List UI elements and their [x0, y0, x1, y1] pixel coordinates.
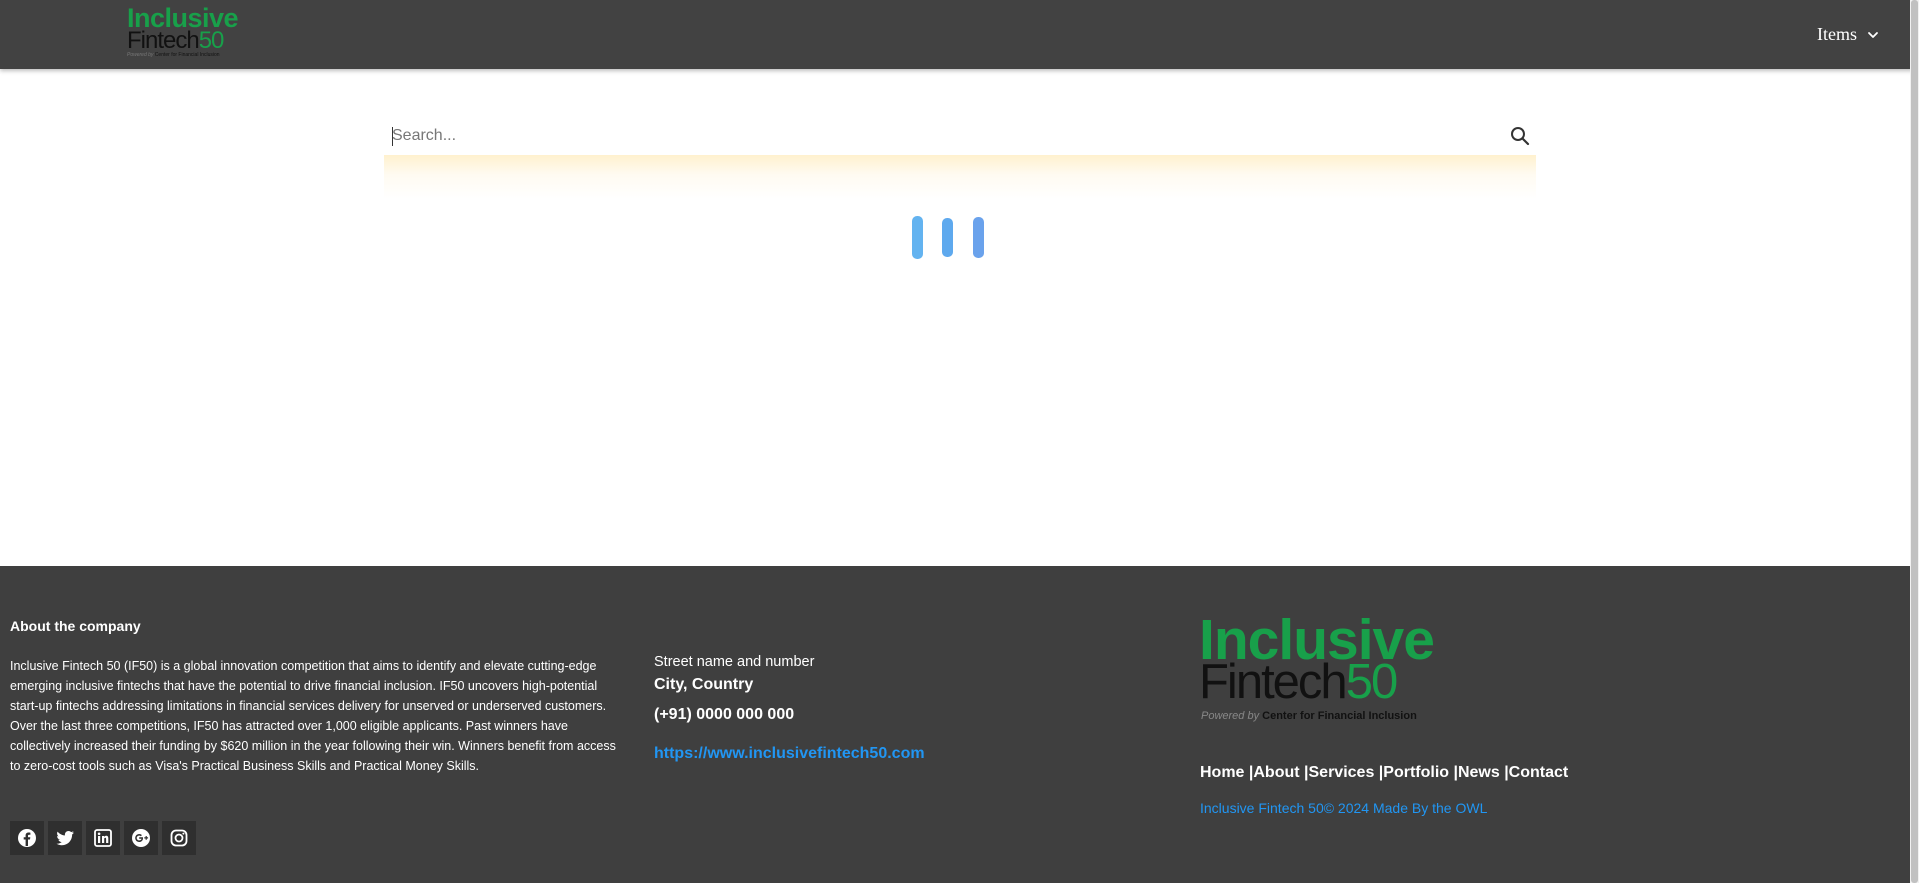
footer-nav-contact[interactable]: Contact [1509, 764, 1569, 782]
search-results-glow [384, 155, 1536, 199]
logo-number: 50 [198, 27, 225, 54]
search-input[interactable] [384, 118, 1536, 154]
search-icon[interactable] [1509, 125, 1531, 147]
contact-city: City, Country [654, 676, 754, 693]
contact-street: Street name and number [654, 654, 815, 670]
about-title: About the company [10, 618, 141, 634]
logo-tagline-prefix: Powered by [1201, 710, 1260, 722]
logo-fintech: Fintech [1199, 655, 1348, 709]
scrollbar-thumb[interactable] [1911, 0, 1918, 883]
loading-indicator [912, 216, 985, 259]
logo-tagline: Powered by Center for Financial Inclusio… [1201, 711, 1417, 722]
linkedin-icon [94, 829, 112, 847]
items-dropdown-label: Items [1817, 24, 1857, 44]
footer-nav-home[interactable]: Home | [1200, 764, 1253, 782]
google-plus-button[interactable] [124, 821, 158, 855]
search-bar [384, 118, 1536, 158]
social-links [10, 821, 196, 855]
logo-tagline-org: Center for Financial Inclusion [154, 52, 220, 58]
instagram-button[interactable] [162, 821, 196, 855]
logo-number: 50 [1345, 655, 1398, 709]
twitter-icon [56, 831, 74, 846]
loader-bar [973, 217, 984, 258]
logo-line2: Fintech50 [127, 27, 225, 54]
linkedin-button[interactable] [86, 821, 120, 855]
text-caret [392, 127, 393, 146]
footer-nav-portfolio[interactable]: Portfolio | [1383, 764, 1458, 782]
footer-nav-news[interactable]: News | [1458, 764, 1509, 782]
twitter-button[interactable] [48, 821, 82, 855]
instagram-icon [170, 829, 188, 847]
top-navbar: Inclusive Fintech50 Powered by Center fo… [0, 0, 1919, 69]
logo-tagline: Powered by Center for Financial Inclusio… [127, 53, 220, 58]
facebook-button[interactable] [10, 821, 44, 855]
loader-bar [942, 218, 953, 257]
about-text: Inclusive Fintech 50 (IF50) is a global … [10, 659, 616, 773]
footer-logo: Inclusive Fintech50 Powered by Center fo… [1199, 612, 1444, 727]
footer-nav-about[interactable]: About | [1253, 764, 1308, 782]
page: Inclusive Fintech50 Powered by Center fo… [0, 0, 1919, 883]
footer: About the company Inclusive Fintech 50 (… [0, 566, 1919, 883]
page-scrollbar[interactable] [1910, 0, 1919, 883]
footer-nav-services[interactable]: Services | [1309, 764, 1384, 782]
footer-nav: Home | About | Services | Portfolio | Ne… [1200, 764, 1568, 782]
logo-tagline-prefix: Powered by [127, 52, 154, 58]
items-dropdown[interactable]: Items [1817, 24, 1879, 45]
contact-phone: (+91) 0000 000 000 [654, 706, 795, 723]
copyright-text: Inclusive Fintech 50© 2024 Made By the O… [1200, 800, 1488, 816]
loader-bar [912, 216, 923, 259]
logo-fintech: Fintech [127, 27, 200, 54]
google-plus-icon [132, 829, 150, 847]
logo-line2: Fintech50 [1199, 655, 1398, 709]
chevron-down-icon [1868, 31, 1878, 38]
facebook-icon [18, 829, 36, 847]
logo-tagline-org: Center for Financial Inclusion [1262, 710, 1417, 722]
website-link[interactable]: https://www.inclusivefintech50.com [654, 745, 925, 763]
header-logo[interactable]: Inclusive Fintech50 Powered by Center fo… [127, 5, 239, 58]
